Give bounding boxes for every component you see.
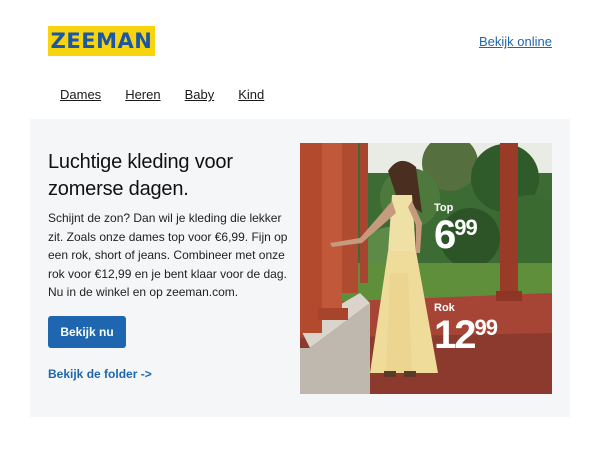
logo-text: ZEEMAN [50,29,153,53]
nav-item-heren[interactable]: Heren [125,87,160,102]
zeeman-logo[interactable]: ZEEMAN [48,26,155,56]
nav-item-kind[interactable]: Kind [238,87,264,102]
hero-body-text: Schijnt de zon? Dan wil je kleding die l… [48,211,288,299]
bekijk-nu-button[interactable]: Bekijk nu [48,316,126,348]
folder-link[interactable]: Bekijk de folder -> [48,367,152,381]
price-tag-rok: Rok 1299 [434,303,499,357]
price-rok-euros: 12 [434,313,476,357]
nav-item-baby[interactable]: Baby [185,87,215,102]
price-top-cents: 99 [454,215,478,240]
nav-item-dames[interactable]: Dames [60,87,101,102]
hero-section: Luchtige kleding voor zomerse dagen. Sch… [30,119,570,417]
product-photo-illustration [300,143,552,394]
product-photo[interactable]: Top 699 Rok 1299 [300,143,552,394]
main-nav: Dames Heren Baby Kind [60,87,288,102]
price-top-euros: 6 [434,213,456,257]
price-tag-top: Top 699 [434,203,478,257]
hero-title: Luchtige kleding voor zomerse dagen. [48,151,233,200]
view-online-link[interactable]: Bekijk online [479,34,552,49]
price-rok-cents: 99 [474,315,499,340]
